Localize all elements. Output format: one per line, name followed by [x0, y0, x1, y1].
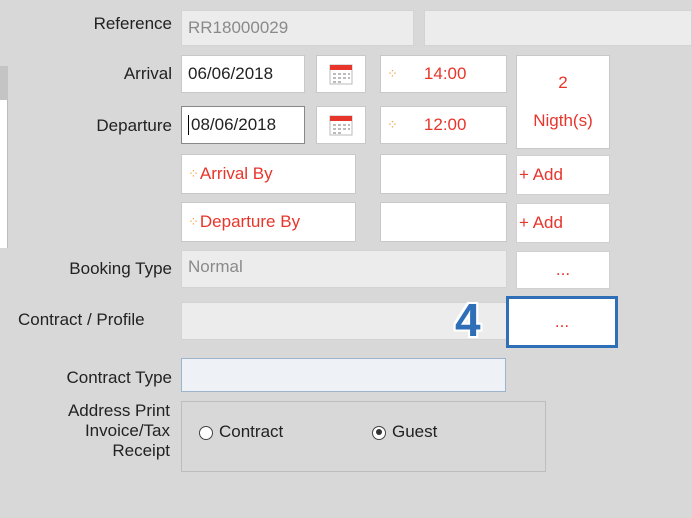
- radio-guest-circle[interactable]: [372, 425, 386, 440]
- departure-time-input[interactable]: ⁘ 12:00: [380, 106, 507, 144]
- address-print-label-line3: Receipt: [112, 441, 170, 460]
- departure-by-detail-field[interactable]: [380, 202, 507, 242]
- contract-type-field[interactable]: [181, 358, 506, 392]
- departure-label: Departure: [96, 116, 172, 135]
- reference-value: RR18000029: [188, 18, 289, 37]
- arrival-by-input[interactable]: ⁘ Arrival By: [181, 154, 356, 194]
- arrival-time-input[interactable]: ⁘ 14:00: [380, 55, 507, 93]
- arrival-by-add-button[interactable]: + Add: [516, 155, 610, 195]
- departure-date-value: 08/06/2018: [191, 115, 277, 134]
- booking-type-value: Normal: [188, 257, 243, 276]
- left-panel-header: [0, 66, 8, 100]
- calendar-icon: [329, 115, 353, 136]
- radio-contract[interactable]: Contract: [199, 422, 283, 442]
- arrival-date-input[interactable]: 06/06/2018: [181, 55, 305, 93]
- arrival-label: Arrival: [123, 64, 172, 83]
- contract-profile-lookup-button[interactable]: ...: [506, 296, 618, 348]
- contract-profile-label: Contract / Profile: [18, 310, 145, 329]
- departure-calendar-button[interactable]: [316, 106, 366, 144]
- address-print-label: Address Print Invoice/Tax Receipt: [20, 401, 170, 461]
- left-panel: [0, 100, 8, 248]
- booking-type-field: Normal: [181, 250, 507, 288]
- arrival-time-value: 14:00: [423, 64, 467, 83]
- radio-guest-label: Guest: [392, 422, 438, 441]
- arrival-by-detail-field[interactable]: [380, 154, 507, 194]
- booking-type-label: Booking Type: [69, 259, 172, 278]
- address-print-label-line2: Invoice/Tax: [84, 421, 170, 440]
- required-dots-icon: ⁘: [188, 166, 199, 181]
- radio-contract-circle[interactable]: [199, 425, 213, 440]
- reference-field: RR18000029: [181, 10, 414, 46]
- arrival-by-placeholder: Arrival By: [199, 164, 273, 183]
- calendar-icon: [329, 64, 353, 85]
- arrival-calendar-button[interactable]: [316, 55, 366, 93]
- nights-count: 2: [558, 73, 568, 92]
- address-print-label-line1: Address Print: [67, 401, 170, 420]
- departure-by-input[interactable]: ⁘ Departure By: [181, 202, 356, 242]
- nights-unit: Nigth(s): [533, 111, 593, 130]
- departure-by-add-button[interactable]: + Add: [516, 203, 610, 243]
- text-cursor: [188, 115, 189, 135]
- departure-date-input[interactable]: 08/06/2018: [181, 106, 305, 144]
- required-dots-icon: ⁘: [188, 214, 199, 229]
- contract-type-label: Contract Type: [66, 368, 172, 387]
- radio-guest[interactable]: Guest: [372, 422, 437, 442]
- time-dots-icon: ⁘: [387, 117, 398, 132]
- booking-type-lookup-button[interactable]: ...: [516, 251, 610, 289]
- departure-time-value: 12:00: [423, 115, 467, 134]
- arrival-date-value: 06/06/2018: [188, 64, 274, 83]
- radio-contract-label: Contract: [219, 422, 284, 441]
- step-callout-number: 4: [455, 294, 481, 346]
- reference-extra-field: [424, 10, 692, 46]
- time-dots-icon: ⁘: [387, 66, 398, 81]
- reference-label: Reference: [93, 14, 172, 33]
- nights-box: 2 Nigth(s): [516, 55, 610, 149]
- departure-by-placeholder: Departure By: [199, 212, 301, 231]
